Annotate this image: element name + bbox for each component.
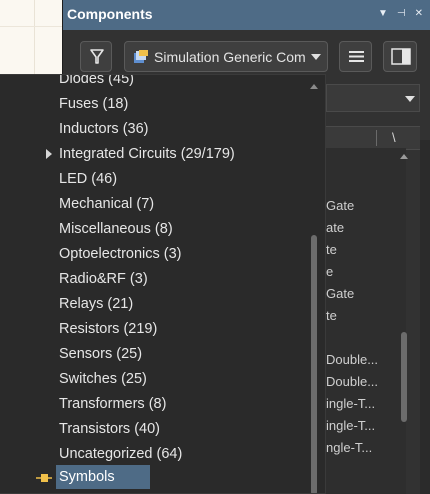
list-item[interactable]: Uncategorized (64) [59, 445, 182, 463]
list-item[interactable]: Inductors (36) [59, 120, 148, 138]
library-select-value: Simulation Generic Com [154, 49, 306, 65]
list-item[interactable]: Mechanical (7) [59, 195, 154, 213]
canvas-grid-line [34, 0, 35, 75]
list-item[interactable]: Integrated Circuits (29/179) [59, 145, 235, 163]
list-item[interactable]: Relays (21) [59, 295, 133, 313]
scroll-up-icon[interactable] [310, 84, 318, 89]
panel-layout-icon [391, 48, 411, 65]
filter-icon [90, 49, 104, 64]
components-table: Gate ate te e Gate te Double... Double..… [326, 148, 406, 494]
table-row[interactable]: te [326, 242, 337, 257]
table-row[interactable]: ngle-T... [326, 440, 372, 455]
filter-button[interactable] [80, 41, 112, 72]
titlebar-controls: ▼ ⊣ ✕ [378, 8, 423, 19]
list-view-button[interactable] [339, 41, 372, 72]
table-row[interactable]: ingle-T... [326, 418, 375, 433]
symbol-icon [36, 474, 52, 482]
panel-edge [420, 140, 430, 494]
table-row[interactable]: e [326, 264, 333, 279]
toggle-preview-button[interactable] [383, 41, 417, 72]
list-item[interactable]: Radio&RF (3) [59, 270, 148, 288]
pin-icon[interactable]: ⊣ [397, 8, 406, 19]
components-table-header: \ [326, 126, 420, 150]
list-item[interactable]: Resistors (219) [59, 320, 157, 338]
category-dropdown-list[interactable]: Diodes (45) Fuses (18) Inductors (36) In… [0, 74, 326, 494]
table-row[interactable]: ate [326, 220, 344, 235]
list-item-selected[interactable]: Symbols [59, 468, 115, 486]
list-item[interactable]: Fuses (18) [59, 95, 128, 113]
panel-title: Components [67, 6, 153, 22]
table-row[interactable]: ingle-T... [326, 396, 375, 411]
chevron-down-icon [405, 96, 415, 102]
list-item[interactable]: LED (46) [59, 170, 117, 188]
category-select[interactable] [326, 84, 420, 112]
list-item[interactable]: Transformers (8) [59, 395, 166, 413]
scrollbar-thumb[interactable] [401, 332, 407, 422]
table-row[interactable]: Gate [326, 286, 354, 301]
panel-titlebar: Components ▼ ⊣ ✕ [63, 0, 430, 30]
list-item[interactable]: Sensors (25) [59, 345, 142, 363]
scrollbar-thumb[interactable] [311, 235, 317, 493]
scroll-up-icon[interactable] [400, 154, 408, 159]
library-icon [134, 50, 148, 63]
library-select[interactable]: Simulation Generic Com [124, 41, 328, 72]
table-row[interactable]: Double... [326, 374, 378, 389]
list-item[interactable]: Switches (25) [59, 370, 147, 388]
chevron-down-icon[interactable]: ▼ [378, 8, 388, 19]
list-item[interactable]: Miscellaneous (8) [59, 220, 173, 238]
canvas-grid-line [0, 26, 62, 27]
chevron-down-icon [311, 54, 321, 60]
table-row[interactable]: Gate [326, 198, 354, 213]
close-icon[interactable]: ✕ [415, 8, 423, 19]
list-item[interactable]: Diodes (45) [59, 75, 134, 88]
hamburger-icon [349, 51, 364, 62]
list-item[interactable]: Optoelectronics (3) [59, 245, 182, 263]
table-scrollbar[interactable] [395, 148, 413, 494]
column-header[interactable]: \ [392, 130, 396, 145]
list-item[interactable]: Transistors (40) [59, 420, 160, 438]
table-row[interactable]: Double... [326, 352, 378, 367]
column-separator[interactable] [376, 130, 377, 146]
chevron-right-icon[interactable] [46, 149, 52, 159]
schematic-canvas[interactable] [0, 0, 62, 75]
table-row[interactable]: te [326, 308, 337, 323]
